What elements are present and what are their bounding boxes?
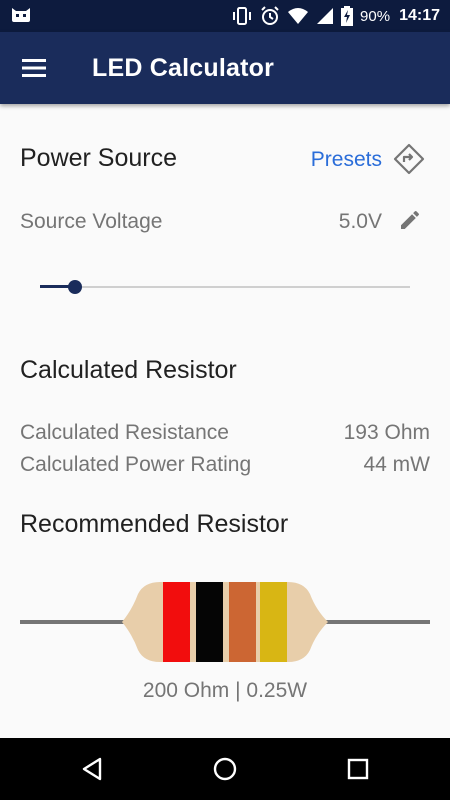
presets-icon[interactable]	[392, 142, 426, 176]
alarm-icon	[261, 6, 279, 25]
resistor-band-4	[260, 582, 287, 662]
calculated-power-label: Calculated Power Rating	[20, 453, 252, 476]
power-source-title: Power Source	[20, 144, 178, 172]
resistor-body	[122, 582, 328, 662]
recommended-resistor-caption: 200 Ohm | 0.25W	[142, 679, 308, 702]
voltage-slider[interactable]	[40, 280, 410, 294]
calculated-power-value: 44 mW	[363, 453, 430, 476]
source-voltage-label: Source Voltage	[20, 210, 163, 233]
resistor-band-2	[196, 582, 223, 662]
source-voltage-value: 5.0V	[338, 210, 382, 233]
recommended-resistor-title: Recommended Resistor	[20, 510, 289, 538]
battery-icon	[341, 6, 354, 26]
main-content: Power Source Presets Source Voltage 5.0V…	[0, 104, 450, 738]
status-icons: 90% 14:17	[231, 0, 440, 32]
navigation-bar	[0, 738, 450, 800]
notification-cat-icon	[12, 8, 30, 22]
resistor-lead-left	[20, 620, 130, 624]
slider-thumb[interactable]	[68, 280, 83, 294]
recents-icon[interactable]	[344, 755, 372, 783]
presets-link[interactable]: Presets	[311, 148, 382, 172]
vibrate-icon	[233, 7, 252, 25]
resistor-illustration	[20, 582, 430, 662]
resistor-band-1	[163, 582, 190, 662]
calculated-resistor-title: Calculated Resistor	[20, 356, 237, 384]
wifi-icon	[288, 8, 309, 24]
menu-icon[interactable]	[20, 56, 50, 80]
home-icon[interactable]	[211, 755, 239, 783]
app-bar: LED Calculator	[0, 32, 450, 104]
pencil-icon[interactable]	[398, 208, 422, 232]
calculated-resistance-value: 193 Ohm	[343, 421, 430, 444]
status-bar: 90% 14:17	[0, 0, 450, 32]
resistor-band-3	[229, 582, 256, 662]
resistor-lead-right	[320, 620, 430, 624]
app-title: LED Calculator	[92, 54, 274, 82]
calculated-resistance-label: Calculated Resistance	[20, 421, 229, 444]
clock: 14:17	[399, 7, 440, 24]
signal-icon	[317, 8, 334, 24]
slider-track	[40, 286, 410, 288]
battery-percentage: 90%	[360, 7, 391, 25]
back-icon[interactable]	[78, 755, 106, 783]
